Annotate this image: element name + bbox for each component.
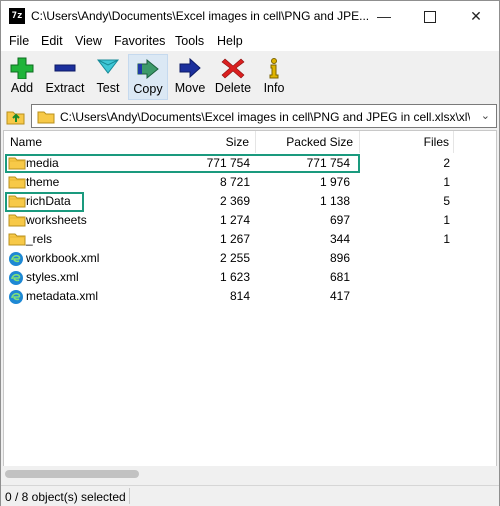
move-icon <box>178 57 202 79</box>
menu-view[interactable]: View <box>75 34 102 48</box>
row-size: 2 255 <box>219 251 250 265</box>
app-window: 7z C:\Users\Andy\Documents\Excel images … <box>0 0 500 506</box>
up-folder-button[interactable] <box>5 106 27 126</box>
delete-button[interactable]: Delete <box>213 54 253 100</box>
add-icon <box>10 57 34 80</box>
add-button[interactable]: Add <box>5 54 39 100</box>
selection-status: 0 / 8 object(s) selected <box>5 490 126 504</box>
highlight-media <box>5 154 360 173</box>
row-files: 1 <box>443 232 450 246</box>
file-list[interactable]: Name Size Packed Size Files media 771 754… <box>3 130 497 482</box>
row-files: 1 <box>443 213 450 227</box>
test-label: Test <box>96 81 120 95</box>
table-row[interactable]: workbook.xml 2 255 896 <box>4 249 496 268</box>
row-name: theme <box>26 175 60 189</box>
delete-label: Delete <box>214 81 252 95</box>
close-button[interactable]: ✕ <box>453 1 499 31</box>
table-row[interactable]: worksheets 1 274 697 1 <box>4 211 496 230</box>
extract-label: Extract <box>45 81 85 95</box>
info-label: Info <box>263 81 285 95</box>
folder-up-icon <box>6 111 25 125</box>
row-files: 1 <box>443 175 450 189</box>
row-name: styles.xml <box>26 270 79 284</box>
row-packed-size: 417 <box>329 289 350 303</box>
row-packed-size: 1 138 <box>319 194 350 208</box>
app-logo-icon: 7z <box>9 8 25 24</box>
copy-button[interactable]: Copy <box>128 54 168 100</box>
chevron-down-icon[interactable]: ⌄ <box>481 109 490 122</box>
table-row[interactable]: _rels 1 267 344 1 <box>4 230 496 249</box>
copy-label: Copy <box>133 82 163 96</box>
row-packed-size: 681 <box>329 270 350 284</box>
menu-file[interactable]: File <box>9 34 29 48</box>
info-icon <box>262 57 286 79</box>
menu-favorites[interactable]: Favorites <box>114 34 165 48</box>
row-packed-size: 896 <box>329 251 350 265</box>
menu-help[interactable]: Help <box>217 34 243 48</box>
window-title: C:\Users\Andy\Documents\Excel images in … <box>31 9 369 23</box>
row-size: 2 369 <box>219 194 250 208</box>
row-name: _rels <box>26 232 53 246</box>
menu-tools[interactable]: Tools <box>175 34 204 48</box>
scrollbar-thumb[interactable] <box>5 470 139 478</box>
extract-icon <box>53 57 77 79</box>
row-size: 814 <box>229 289 250 303</box>
row-name: worksheets <box>26 213 87 227</box>
row-size: 1 623 <box>219 270 250 284</box>
maximize-button[interactable] <box>407 1 453 31</box>
path-text: C:\Users\Andy\Documents\Excel images in … <box>60 110 470 124</box>
column-header-files[interactable]: Files <box>360 131 454 153</box>
row-size: 1 274 <box>219 213 250 227</box>
status-divider <box>129 488 130 504</box>
add-label: Add <box>10 81 34 95</box>
move-label: Move <box>174 81 206 95</box>
row-size: 8 721 <box>219 175 250 189</box>
menu-bar: File Edit View Favorites Tools Help <box>1 31 499 51</box>
maximize-icon <box>424 11 436 24</box>
row-files: 2 <box>443 156 450 170</box>
folder-icon <box>37 110 55 127</box>
row-name: workbook.xml <box>26 251 100 265</box>
move-button[interactable]: Move <box>171 54 209 100</box>
test-icon <box>96 57 120 79</box>
column-header-size[interactable]: Size <box>176 131 256 153</box>
table-row[interactable]: styles.xml 1 623 681 <box>4 268 496 287</box>
table-row[interactable]: metadata.xml 814 417 <box>4 287 496 306</box>
address-bar: C:\Users\Andy\Documents\Excel images in … <box>1 104 499 128</box>
info-button[interactable]: Info <box>259 54 289 100</box>
edge-file-icon <box>8 289 24 311</box>
path-field[interactable]: C:\Users\Andy\Documents\Excel images in … <box>31 104 497 128</box>
toolbar: Add Extract Test Copy Move Delete Info <box>1 52 499 102</box>
minimize-button[interactable]: — <box>361 1 407 31</box>
row-packed-size: 1 976 <box>319 175 350 189</box>
extract-button[interactable]: Extract <box>43 54 87 100</box>
copy-icon <box>136 58 160 80</box>
delete-icon <box>221 57 245 79</box>
table-row[interactable]: theme 8 721 1 976 1 <box>4 173 496 192</box>
row-packed-size: 697 <box>329 213 350 227</box>
status-bar: 0 / 8 object(s) selected <box>1 485 499 506</box>
menu-edit[interactable]: Edit <box>41 34 63 48</box>
title-bar: 7z C:\Users\Andy\Documents\Excel images … <box>1 1 499 31</box>
highlight-richdata <box>5 192 84 212</box>
row-packed-size: 344 <box>329 232 350 246</box>
horizontal-scrollbar[interactable] <box>3 466 497 482</box>
test-button[interactable]: Test <box>91 54 125 100</box>
column-header-packed-size[interactable]: Packed Size <box>256 131 360 153</box>
row-files: 5 <box>443 194 450 208</box>
row-size: 1 267 <box>219 232 250 246</box>
row-name: metadata.xml <box>26 289 99 303</box>
